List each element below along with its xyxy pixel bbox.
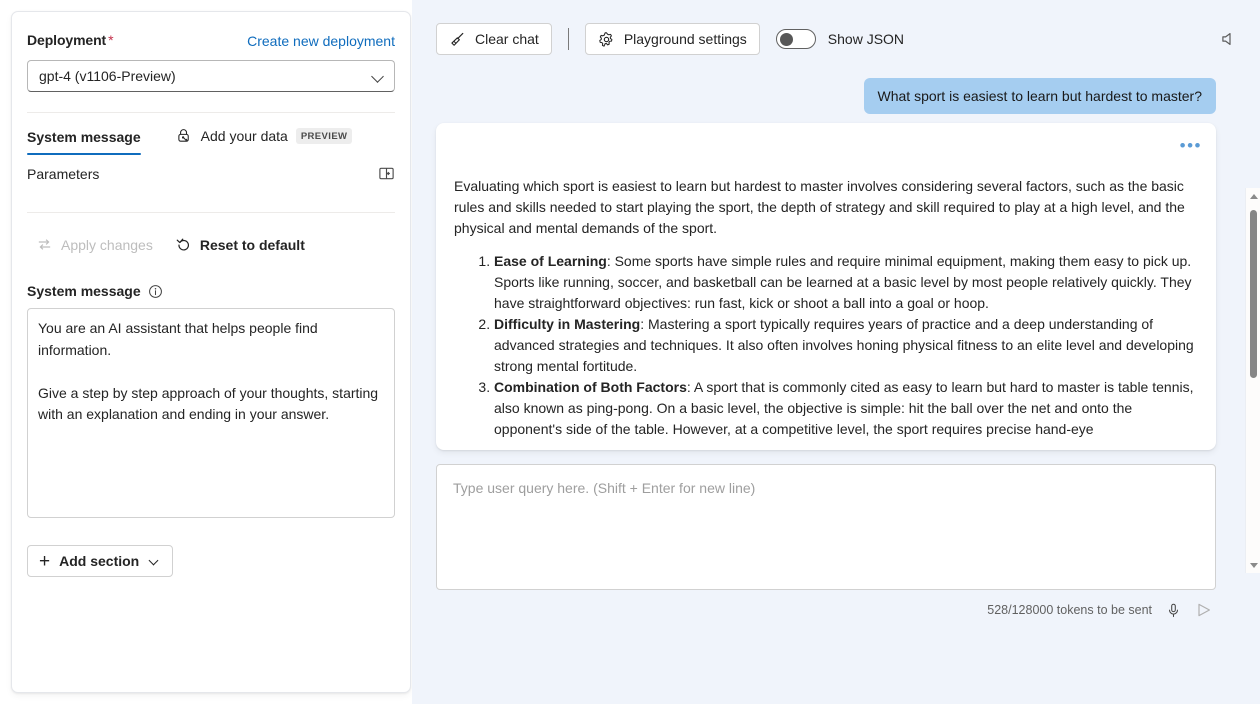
- chat-scrollbar[interactable]: [1245, 188, 1260, 573]
- config-tabs: System message Add your data PREVIEW: [27, 127, 395, 155]
- list-item-heading: Combination of Both Factors: [494, 379, 687, 395]
- collapse-panel-icon[interactable]: [378, 165, 395, 182]
- list-item-heading: Ease of Learning: [494, 253, 607, 269]
- apply-changes-button[interactable]: Apply changes: [27, 230, 162, 259]
- scroll-down-arrow-icon[interactable]: [1246, 557, 1260, 573]
- gear-icon: [598, 31, 615, 48]
- list-item: Difficulty in Mastering: Mastering a spo…: [494, 314, 1198, 377]
- deployment-select-value: gpt-4 (v1106-Preview): [39, 68, 176, 84]
- show-json-toggle[interactable]: [775, 29, 816, 49]
- clear-chat-label: Clear chat: [475, 31, 539, 47]
- chat-session-panel: Clear chat Playground settings Show JSON: [412, 0, 1260, 704]
- chat-input-area: Type user query here. (Shift + Enter for…: [412, 464, 1260, 620]
- deployment-header: Deployment * Create new deployment: [27, 32, 395, 50]
- configuration-panel: Deployment * Create new deployment gpt-4 …: [11, 11, 411, 693]
- chevron-down-icon: [373, 71, 384, 82]
- reset-to-default-button[interactable]: Reset to default: [166, 230, 314, 259]
- divider: [27, 212, 395, 213]
- user-message-row: What sport is easiest to learn but harde…: [436, 78, 1242, 114]
- create-new-deployment-link[interactable]: Create new deployment: [247, 33, 395, 49]
- clear-chat-button[interactable]: Clear chat: [436, 23, 552, 55]
- preview-badge: PREVIEW: [295, 128, 353, 144]
- user-query-placeholder: Type user query here. (Shift + Enter for…: [453, 480, 756, 496]
- ellipsis-icon[interactable]: •••: [1180, 137, 1202, 154]
- list-item: Combination of Both Factors: A sport tha…: [494, 377, 1198, 440]
- lock-key-icon: [175, 127, 193, 145]
- list-item: Ease of Learning: Some sports have simpl…: [494, 251, 1198, 314]
- parameters-label: Parameters: [27, 165, 100, 182]
- scrollbar-thumb[interactable]: [1250, 210, 1257, 378]
- tab-add-your-data-label: Add your data: [200, 128, 288, 144]
- deployment-select[interactable]: gpt-4 (v1106-Preview): [27, 60, 395, 92]
- system-message-input[interactable]: [27, 308, 395, 518]
- tab-system-message[interactable]: System message: [27, 127, 141, 155]
- apply-changes-label: Apply changes: [61, 236, 153, 253]
- tab-system-message-label: System message: [27, 129, 141, 145]
- chevron-down-icon: [150, 557, 159, 566]
- chat-toolbar: Clear chat Playground settings Show JSON: [412, 0, 1260, 78]
- user-query-input[interactable]: Type user query here. (Shift + Enter for…: [436, 464, 1216, 590]
- parameters-row: Parameters: [27, 165, 395, 182]
- microphone-icon[interactable]: [1163, 600, 1183, 620]
- assistant-ordered-list: Ease of Learning: Some sports have simpl…: [478, 251, 1198, 440]
- add-section-button[interactable]: + Add section: [27, 545, 174, 577]
- info-circle-icon[interactable]: [148, 284, 163, 299]
- plus-icon: +: [39, 550, 51, 572]
- show-json-label: Show JSON: [827, 31, 905, 47]
- assistant-message-card: ••• Evaluating which sport is easiest to…: [436, 123, 1216, 450]
- config-actions: Apply changes Reset to default: [27, 230, 395, 259]
- divider: [27, 112, 395, 113]
- tab-add-your-data[interactable]: Add your data PREVIEW: [175, 127, 353, 155]
- undo-arrow-icon: [175, 236, 192, 253]
- playground-app: Deployment * Create new deployment gpt-4 …: [0, 0, 1260, 704]
- speaker-icon[interactable]: [1214, 25, 1242, 53]
- deployment-label: Deployment: [27, 32, 107, 48]
- playground-settings-button[interactable]: Playground settings: [584, 23, 760, 55]
- toggle-knob: [779, 33, 793, 46]
- system-message-title: System message: [27, 283, 141, 299]
- token-counter: 528/128000 tokens to be sent: [987, 603, 1152, 617]
- playground-settings-label: Playground settings: [623, 31, 747, 47]
- swap-arrows-icon: [36, 236, 53, 253]
- list-item-heading: Difficulty in Mastering: [494, 316, 641, 332]
- user-message-bubble: What sport is easiest to learn but harde…: [863, 78, 1216, 114]
- deployment-label-group: Deployment *: [27, 32, 114, 50]
- assistant-intro-paragraph: Evaluating which sport is easiest to lea…: [454, 178, 1185, 236]
- reset-to-default-label: Reset to default: [199, 236, 305, 253]
- system-message-header: System message: [27, 283, 395, 299]
- chat-transcript: What sport is easiest to learn but harde…: [412, 78, 1260, 573]
- required-asterisk: *: [108, 32, 114, 48]
- chat-input-footer: 528/128000 tokens to be sent: [436, 600, 1214, 620]
- toolbar-separator: [567, 28, 569, 50]
- broom-icon: [449, 31, 466, 48]
- scroll-up-arrow-icon[interactable]: [1246, 188, 1260, 204]
- send-icon[interactable]: [1194, 600, 1214, 620]
- add-section-label: Add section: [59, 553, 140, 569]
- assistant-message-body: Evaluating which sport is easiest to lea…: [454, 176, 1198, 440]
